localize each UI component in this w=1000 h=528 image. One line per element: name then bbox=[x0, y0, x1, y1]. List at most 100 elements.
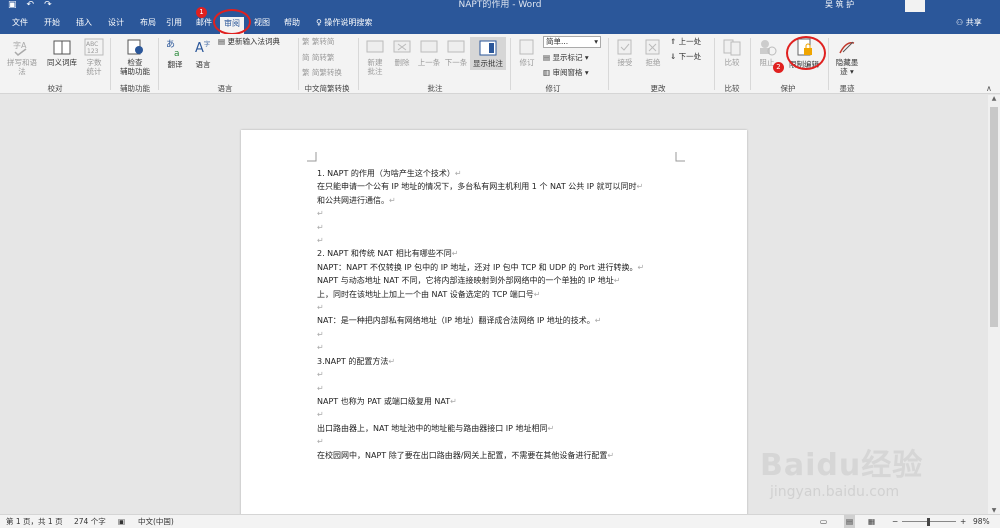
web-layout-icon[interactable]: ▦ bbox=[868, 515, 875, 528]
tab-help[interactable]: 帮助 bbox=[280, 16, 304, 34]
accept-button[interactable]: 接受 bbox=[612, 38, 638, 67]
title-bar: ▣ ↶ ↷ NAPT的作用 - Word 吴 筑 护 bbox=[0, 0, 1000, 12]
trad-to-simp-button[interactable]: 繁 繁转简 bbox=[302, 37, 334, 47]
scroll-thumb[interactable] bbox=[990, 107, 998, 327]
group-separator bbox=[750, 38, 751, 90]
next-change-button[interactable]: ⇓ 下一处 bbox=[670, 52, 701, 62]
tab-references[interactable]: 引用 bbox=[162, 16, 186, 34]
document-line[interactable]: ↵ bbox=[317, 301, 677, 314]
previous-change-button[interactable]: ⇑ 上一处 bbox=[670, 37, 701, 47]
read-mode-icon[interactable]: ▭ bbox=[820, 515, 827, 528]
tab-view[interactable]: 视图 bbox=[250, 16, 274, 34]
document-line[interactable]: NAPT：NAPT 不仅转换 IP 包中的 IP 地址，还对 IP 包中 TCP… bbox=[317, 261, 677, 274]
document-line[interactable]: 出口路由器上，NAT 地址池中的地址能与路由器接口 IP 地址相同↵ bbox=[317, 422, 677, 435]
document-line[interactable]: ↵ bbox=[317, 408, 677, 421]
document-line[interactable]: ↵ bbox=[317, 382, 677, 395]
group-separator bbox=[158, 38, 159, 90]
document-line[interactable]: ↵ bbox=[317, 221, 677, 234]
language-status[interactable]: 中文(中国) bbox=[138, 515, 174, 528]
reviewing-pane-button[interactable]: ▥ 审阅窗格 ▾ bbox=[543, 68, 589, 78]
zoom-slider-thumb[interactable] bbox=[927, 518, 930, 526]
paragraph-mark-icon: ↵ bbox=[317, 383, 324, 393]
word-count[interactable]: 274 个字 bbox=[74, 515, 106, 528]
tab-home[interactable]: 开始 bbox=[40, 16, 64, 34]
document-line[interactable]: 和公共网进行通信。↵ bbox=[317, 194, 677, 207]
spelling-grammar-button[interactable]: 字A 拼写和语法 bbox=[4, 38, 40, 76]
document-line[interactable]: NAT：是一种把内部私有网络地址（IP 地址）翻译成合法网络 IP 地址的技术。… bbox=[317, 314, 677, 327]
document-line[interactable]: ↵ bbox=[317, 234, 677, 247]
document-line[interactable]: 上，同时在该地址上加上一个由 NAT 设备选定的 TCP 端口号↵ bbox=[317, 288, 677, 301]
word-count-button[interactable]: ABC 123 字数 统计 bbox=[82, 38, 106, 76]
document-page[interactable]: 1. NAPT 的作用（为啥产生这个技术）↵ 在只能申请一个公有 IP 地址的情况… bbox=[241, 130, 747, 514]
group-label-comments: 批注 bbox=[427, 84, 443, 93]
convert-icon: 简 bbox=[302, 53, 312, 62]
show-comments-button[interactable]: 显示批注 bbox=[470, 37, 506, 70]
delete-comment-button[interactable]: 删除 bbox=[390, 38, 414, 67]
previous-comment-icon bbox=[420, 40, 438, 53]
zoom-level[interactable]: 98% bbox=[973, 515, 990, 528]
document-body[interactable]: 1. NAPT 的作用（为啥产生这个技术）↵ 在只能申请一个公有 IP 地址的情况… bbox=[317, 167, 677, 462]
chinese-convert-button[interactable]: 繁 简繁转换 bbox=[302, 68, 342, 78]
document-line[interactable]: 2. NAPT 和传统 NAT 相比有哪些不同↵ bbox=[317, 247, 677, 260]
document-line[interactable]: 3.NAPT 的配置方法↵ bbox=[317, 355, 677, 368]
step-badge-1: 1 bbox=[196, 7, 207, 18]
document-line[interactable]: 1. NAPT 的作用（为啥产生这个技术）↵ bbox=[317, 167, 677, 180]
scroll-down-arrow[interactable]: ▼ bbox=[988, 507, 1000, 514]
simp-to-trad-button[interactable]: 简 简转繁 bbox=[302, 53, 334, 63]
proofing-status-icon[interactable]: ▣ bbox=[118, 515, 125, 528]
translate-icon: あa bbox=[166, 39, 180, 58]
thesaurus-button[interactable]: 同义词库 bbox=[44, 38, 80, 67]
track-changes-button[interactable]: 修订 bbox=[514, 38, 540, 67]
markup-display-select[interactable]: 简单... ▾ bbox=[543, 36, 601, 48]
paragraph-mark-icon: ↵ bbox=[613, 276, 621, 286]
print-layout-icon[interactable]: ▤ bbox=[844, 515, 856, 528]
zoom-out-icon[interactable]: − bbox=[892, 515, 898, 528]
paragraph-mark-icon: ↵ bbox=[317, 437, 324, 447]
check-accessibility-button[interactable]: 检查 辅助功能 bbox=[114, 38, 156, 76]
new-comment-button[interactable]: 新建 批注 bbox=[362, 38, 388, 76]
compare-button[interactable]: 比较 bbox=[718, 38, 746, 67]
share-button[interactable]: ⚇ 共享 bbox=[956, 16, 982, 30]
line-text: 在只能申请一个公有 IP 地址的情况下，多台私有网主机利用 1 个 NAT 公共… bbox=[317, 182, 637, 192]
page-count[interactable]: 第 1 页，共 1 页 bbox=[6, 515, 63, 528]
language-button[interactable]: A字 语言 bbox=[190, 38, 216, 69]
update-ime-dictionary-button[interactable]: ▤ 更新输入法词典 bbox=[218, 37, 280, 47]
tell-me-search[interactable]: ♀ 操作说明搜索 bbox=[316, 16, 372, 30]
document-line[interactable]: NAPT 也称为 PAT 或端口级复用 NAT↵ bbox=[317, 395, 677, 408]
group-label-protect: 保护 bbox=[780, 84, 796, 93]
document-line[interactable]: ↵ bbox=[317, 207, 677, 220]
hide-ink-button[interactable]: 隐藏墨迹 ▾ bbox=[832, 38, 862, 76]
compare-icon bbox=[723, 39, 741, 56]
account-avatar[interactable] bbox=[905, 0, 925, 12]
document-line[interactable]: ↵ bbox=[317, 368, 677, 381]
zoom-in-icon[interactable]: + bbox=[960, 515, 966, 528]
track-changes-icon bbox=[519, 39, 534, 55]
line-text: NAT：是一种把内部私有网络地址（IP 地址）翻译成合法网络 IP 地址的技术。 bbox=[317, 316, 595, 326]
document-line[interactable]: 在校园网中，NAPT 除了要在出口路由器/网关上配置，不需要在其他设备进行配置↵ bbox=[317, 449, 677, 462]
scroll-up-arrow[interactable]: ▲ bbox=[988, 95, 1000, 102]
tab-design[interactable]: 设计 bbox=[104, 16, 128, 34]
translate-button[interactable]: あa 翻译 bbox=[162, 38, 188, 69]
paragraph-mark-icon: ↵ bbox=[317, 222, 324, 232]
collapse-ribbon-icon[interactable]: ∧ bbox=[986, 84, 992, 93]
account-name[interactable]: 吴 筑 护 bbox=[825, 0, 854, 10]
document-line[interactable]: ↵ bbox=[317, 341, 677, 354]
tab-layout[interactable]: 布局 bbox=[136, 16, 160, 34]
vertical-scrollbar[interactable]: ▲ ▼ bbox=[988, 95, 1000, 514]
reject-button[interactable]: 拒绝 bbox=[640, 38, 666, 67]
tab-insert[interactable]: 插入 bbox=[72, 16, 96, 34]
tab-file[interactable]: 文件 bbox=[8, 16, 32, 34]
document-line[interactable]: 在只能申请一个公有 IP 地址的情况下，多台私有网主机利用 1 个 NAT 公共… bbox=[317, 180, 677, 193]
paragraph-mark-icon: ↵ bbox=[317, 209, 324, 219]
line-text: 出口路由器上，NAT 地址池中的地址能与路由器接口 IP 地址相同 bbox=[317, 423, 548, 433]
watermark-url: jingyan.baidu.com bbox=[770, 484, 900, 500]
previous-comment-button[interactable]: 上一条 bbox=[416, 38, 442, 67]
paragraph-mark-icon: ↵ bbox=[317, 236, 324, 246]
next-comment-button[interactable]: 下一条 bbox=[443, 38, 469, 67]
document-line[interactable]: NAPT 与动态地址 NAT 不同，它将内部连接映射到外部网络中的一个单独的 I… bbox=[317, 274, 677, 287]
show-comments-icon bbox=[479, 40, 497, 56]
show-markup-button[interactable]: ▤ 显示标记 ▾ bbox=[543, 53, 589, 63]
group-separator bbox=[510, 38, 511, 90]
document-line[interactable]: ↵ bbox=[317, 435, 677, 448]
document-line[interactable]: ↵ bbox=[317, 328, 677, 341]
